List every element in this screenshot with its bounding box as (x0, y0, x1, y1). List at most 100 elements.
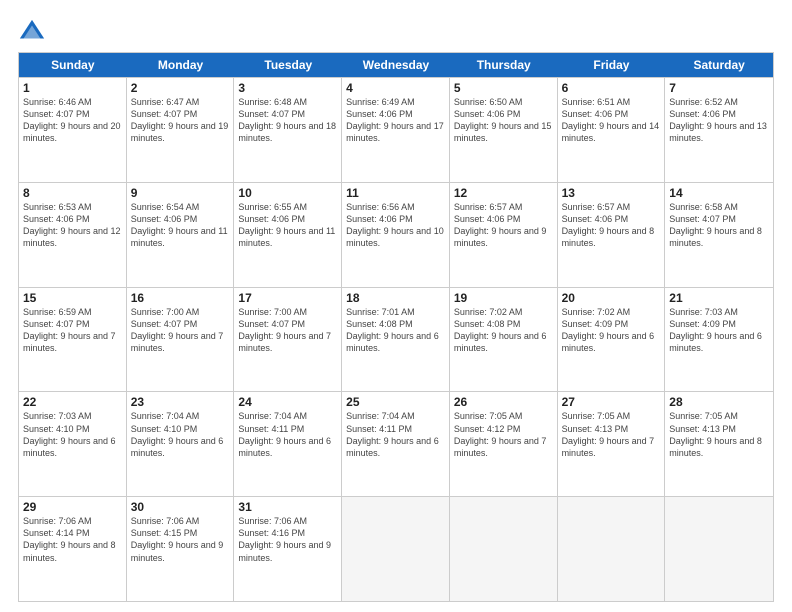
daylight: Daylight: 9 hours and 6 minutes. (238, 436, 331, 458)
day-info: Sunrise: 6:49 AM Sunset: 4:06 PM Dayligh… (346, 96, 445, 145)
header-day-wednesday: Wednesday (342, 53, 450, 77)
day-info: Sunrise: 6:57 AM Sunset: 4:06 PM Dayligh… (454, 201, 553, 250)
day-info: Sunrise: 6:57 AM Sunset: 4:06 PM Dayligh… (562, 201, 661, 250)
calendar-body: 1 Sunrise: 6:46 AM Sunset: 4:07 PM Dayli… (19, 77, 773, 601)
calendar: SundayMondayTuesdayWednesdayThursdayFrid… (18, 52, 774, 602)
sunrise: Sunrise: 7:00 AM (238, 307, 307, 317)
daylight: Daylight: 9 hours and 9 minutes. (238, 540, 331, 562)
sunrise: Sunrise: 6:51 AM (562, 97, 631, 107)
sunrise: Sunrise: 6:59 AM (23, 307, 92, 317)
sunset: Sunset: 4:07 PM (669, 214, 736, 224)
header-day-tuesday: Tuesday (234, 53, 342, 77)
daylight: Daylight: 9 hours and 8 minutes. (669, 436, 762, 458)
calendar-cell: 18 Sunrise: 7:01 AM Sunset: 4:08 PM Dayl… (342, 288, 450, 392)
daylight: Daylight: 9 hours and 6 minutes. (669, 331, 762, 353)
sunset: Sunset: 4:07 PM (23, 109, 90, 119)
daylight: Daylight: 9 hours and 20 minutes. (23, 121, 121, 143)
day-number: 30 (131, 500, 230, 514)
calendar-cell: 27 Sunrise: 7:05 AM Sunset: 4:13 PM Dayl… (558, 392, 666, 496)
daylight: Daylight: 9 hours and 14 minutes. (562, 121, 660, 143)
calendar-cell: 3 Sunrise: 6:48 AM Sunset: 4:07 PM Dayli… (234, 78, 342, 182)
day-number: 15 (23, 291, 122, 305)
sunset: Sunset: 4:07 PM (238, 109, 305, 119)
sunrise: Sunrise: 7:03 AM (23, 411, 92, 421)
day-number: 22 (23, 395, 122, 409)
day-info: Sunrise: 7:06 AM Sunset: 4:15 PM Dayligh… (131, 515, 230, 564)
day-number: 12 (454, 186, 553, 200)
calendar-cell: 22 Sunrise: 7:03 AM Sunset: 4:10 PM Dayl… (19, 392, 127, 496)
calendar-cell: 1 Sunrise: 6:46 AM Sunset: 4:07 PM Dayli… (19, 78, 127, 182)
sunrise: Sunrise: 6:53 AM (23, 202, 92, 212)
daylight: Daylight: 9 hours and 11 minutes. (131, 226, 228, 248)
day-info: Sunrise: 7:00 AM Sunset: 4:07 PM Dayligh… (131, 306, 230, 355)
sunrise: Sunrise: 7:03 AM (669, 307, 738, 317)
day-info: Sunrise: 6:51 AM Sunset: 4:06 PM Dayligh… (562, 96, 661, 145)
calendar-cell: 21 Sunrise: 7:03 AM Sunset: 4:09 PM Dayl… (665, 288, 773, 392)
daylight: Daylight: 9 hours and 7 minutes. (23, 331, 116, 353)
sunset: Sunset: 4:07 PM (238, 319, 305, 329)
day-number: 4 (346, 81, 445, 95)
sunrise: Sunrise: 7:05 AM (454, 411, 523, 421)
daylight: Daylight: 9 hours and 18 minutes. (238, 121, 336, 143)
sunset: Sunset: 4:11 PM (238, 424, 304, 434)
sunrise: Sunrise: 7:06 AM (131, 516, 200, 526)
day-info: Sunrise: 6:59 AM Sunset: 4:07 PM Dayligh… (23, 306, 122, 355)
calendar-header: SundayMondayTuesdayWednesdayThursdayFrid… (19, 53, 773, 77)
header-day-thursday: Thursday (450, 53, 558, 77)
calendar-cell: 12 Sunrise: 6:57 AM Sunset: 4:06 PM Dayl… (450, 183, 558, 287)
daylight: Daylight: 9 hours and 15 minutes. (454, 121, 552, 143)
daylight: Daylight: 9 hours and 13 minutes. (669, 121, 767, 143)
day-number: 9 (131, 186, 230, 200)
day-info: Sunrise: 6:56 AM Sunset: 4:06 PM Dayligh… (346, 201, 445, 250)
sunset: Sunset: 4:11 PM (346, 424, 412, 434)
sunset: Sunset: 4:13 PM (562, 424, 629, 434)
calendar-cell: 28 Sunrise: 7:05 AM Sunset: 4:13 PM Dayl… (665, 392, 773, 496)
day-info: Sunrise: 7:05 AM Sunset: 4:13 PM Dayligh… (562, 410, 661, 459)
sunset: Sunset: 4:06 PM (346, 109, 413, 119)
sunset: Sunset: 4:06 PM (454, 214, 521, 224)
calendar-cell: 10 Sunrise: 6:55 AM Sunset: 4:06 PM Dayl… (234, 183, 342, 287)
day-number: 27 (562, 395, 661, 409)
day-info: Sunrise: 6:54 AM Sunset: 4:06 PM Dayligh… (131, 201, 230, 250)
day-info: Sunrise: 6:48 AM Sunset: 4:07 PM Dayligh… (238, 96, 337, 145)
sunset: Sunset: 4:10 PM (23, 424, 90, 434)
calendar-cell: 19 Sunrise: 7:02 AM Sunset: 4:08 PM Dayl… (450, 288, 558, 392)
week-2: 8 Sunrise: 6:53 AM Sunset: 4:06 PM Dayli… (19, 182, 773, 287)
sunset: Sunset: 4:16 PM (238, 528, 305, 538)
daylight: Daylight: 9 hours and 6 minutes. (346, 331, 439, 353)
daylight: Daylight: 9 hours and 7 minutes. (238, 331, 331, 353)
header-day-sunday: Sunday (19, 53, 127, 77)
sunrise: Sunrise: 6:57 AM (562, 202, 631, 212)
sunrise: Sunrise: 7:02 AM (562, 307, 631, 317)
page: SundayMondayTuesdayWednesdayThursdayFrid… (0, 0, 792, 612)
sunrise: Sunrise: 7:01 AM (346, 307, 415, 317)
calendar-cell (558, 497, 666, 601)
day-info: Sunrise: 6:53 AM Sunset: 4:06 PM Dayligh… (23, 201, 122, 250)
day-info: Sunrise: 7:01 AM Sunset: 4:08 PM Dayligh… (346, 306, 445, 355)
day-info: Sunrise: 6:58 AM Sunset: 4:07 PM Dayligh… (669, 201, 769, 250)
day-number: 17 (238, 291, 337, 305)
sunset: Sunset: 4:07 PM (131, 109, 198, 119)
calendar-cell (665, 497, 773, 601)
daylight: Daylight: 9 hours and 6 minutes. (131, 436, 224, 458)
daylight: Daylight: 9 hours and 7 minutes. (131, 331, 224, 353)
calendar-cell: 4 Sunrise: 6:49 AM Sunset: 4:06 PM Dayli… (342, 78, 450, 182)
day-info: Sunrise: 7:00 AM Sunset: 4:07 PM Dayligh… (238, 306, 337, 355)
calendar-cell: 26 Sunrise: 7:05 AM Sunset: 4:12 PM Dayl… (450, 392, 558, 496)
day-number: 5 (454, 81, 553, 95)
sunrise: Sunrise: 6:49 AM (346, 97, 415, 107)
day-info: Sunrise: 7:04 AM Sunset: 4:11 PM Dayligh… (346, 410, 445, 459)
calendar-cell: 16 Sunrise: 7:00 AM Sunset: 4:07 PM Dayl… (127, 288, 235, 392)
calendar-cell (450, 497, 558, 601)
day-number: 6 (562, 81, 661, 95)
week-3: 15 Sunrise: 6:59 AM Sunset: 4:07 PM Dayl… (19, 287, 773, 392)
daylight: Daylight: 9 hours and 8 minutes. (23, 540, 116, 562)
day-info: Sunrise: 7:04 AM Sunset: 4:10 PM Dayligh… (131, 410, 230, 459)
header (18, 18, 774, 46)
sunset: Sunset: 4:06 PM (669, 109, 736, 119)
calendar-cell: 15 Sunrise: 6:59 AM Sunset: 4:07 PM Dayl… (19, 288, 127, 392)
daylight: Daylight: 9 hours and 6 minutes. (346, 436, 439, 458)
calendar-cell: 31 Sunrise: 7:06 AM Sunset: 4:16 PM Dayl… (234, 497, 342, 601)
day-info: Sunrise: 7:02 AM Sunset: 4:09 PM Dayligh… (562, 306, 661, 355)
sunset: Sunset: 4:07 PM (23, 319, 90, 329)
